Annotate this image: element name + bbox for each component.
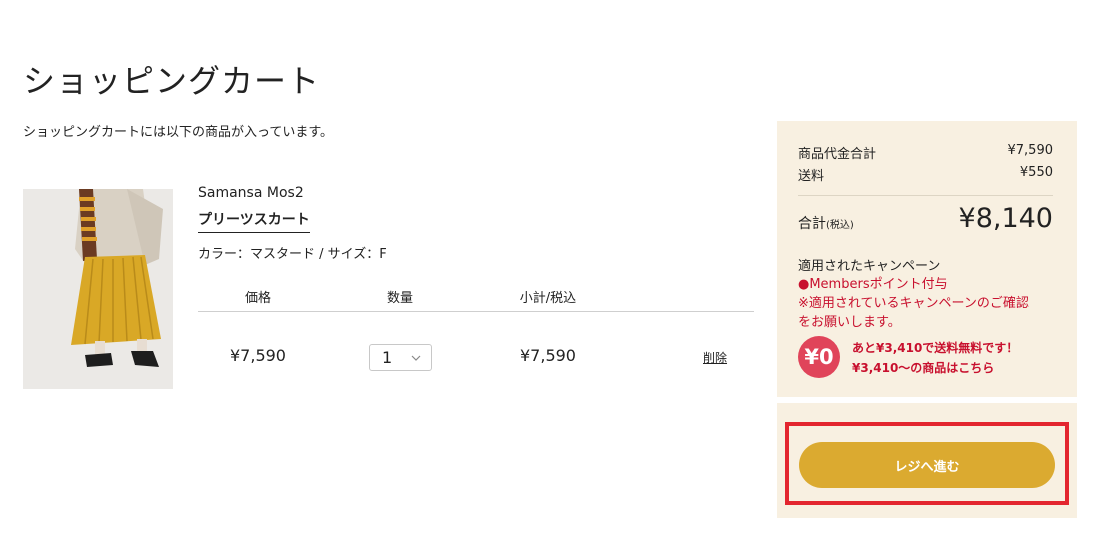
- shipping-value: ¥550: [1019, 165, 1053, 180]
- shipping-label: 送料: [798, 169, 825, 184]
- product-attributes: カラー：マスタード / サイズ：F: [198, 247, 387, 262]
- checkout-button[interactable]: レジへ進む: [799, 442, 1055, 488]
- product-photo-icon: [23, 189, 173, 389]
- campaign-note-line2: をお願いします。: [798, 315, 901, 330]
- total-label: 合計(税込): [798, 213, 854, 233]
- order-summary-panel: 商品代金合計 ¥7,590 送料 ¥550 合計(税込) ¥8,140 適用され…: [777, 121, 1077, 397]
- delete-item-link[interactable]: 削除: [703, 349, 727, 366]
- total-value: ¥8,140: [958, 203, 1053, 234]
- goods-total-row: 商品代金合計 ¥7,590: [798, 143, 1053, 162]
- chevron-down-icon: [411, 355, 421, 361]
- goods-total-value: ¥7,590: [1007, 143, 1054, 158]
- quantity-value: 1: [382, 348, 393, 367]
- summary-divider: [798, 195, 1053, 196]
- column-header-subtotal: 小計/税込: [519, 291, 577, 306]
- free-shipping-products-link[interactable]: ¥3,410〜の商品はこちら: [852, 359, 994, 376]
- page-title: ショッピングカート: [23, 62, 321, 100]
- free-shipping-badge: ¥0: [798, 336, 840, 378]
- item-price: ¥7,590: [230, 346, 286, 365]
- shipping-row: 送料 ¥550: [798, 165, 1053, 184]
- product-image[interactable]: [23, 189, 173, 389]
- table-header-divider: [198, 311, 754, 312]
- column-header-price: 価格: [244, 291, 271, 306]
- free-shipping-message: あと¥3,410で送料無料です！: [852, 341, 1019, 355]
- column-header-quantity: 数量: [386, 291, 413, 306]
- total-label-text: 合計: [798, 216, 826, 232]
- item-subtotal: ¥7,590: [520, 346, 576, 365]
- cart-intro-text: ショッピングカートには以下の商品が入っています。: [23, 125, 334, 140]
- campaign-item: ●Membersポイント付与: [798, 277, 948, 292]
- campaign-note-line1: ※適用されているキャンペーンのご確認: [798, 296, 1029, 311]
- goods-total-label: 商品代金合計: [798, 147, 877, 162]
- total-tax-note: (税込): [826, 220, 854, 231]
- product-name-link[interactable]: プリーツスカート: [198, 209, 310, 233]
- campaign-title: 適用されたキャンペーン: [798, 259, 941, 274]
- quantity-select[interactable]: 1: [369, 344, 432, 371]
- product-brand: Samansa Mos2: [198, 185, 304, 201]
